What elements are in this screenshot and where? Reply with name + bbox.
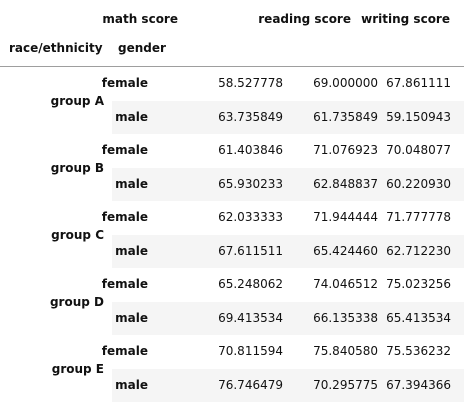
gender-label: male [115,176,148,191]
math-score-cell: 67.611511 [218,243,283,258]
gender-label: female [101,143,148,157]
writing-score-cell: 71.777778 [386,210,451,224]
row-cells: female 70.811594 75.840580 75.536232 [102,335,464,368]
column-header-math-score: math score [102,12,178,26]
row-cells: female 61.403846 71.076923 70.048077 [102,134,464,167]
gender-label: female [101,210,148,224]
math-score-cell: 70.811594 [218,344,283,358]
math-score-cell: 63.735849 [218,109,283,124]
row-cells: male 67.611511 65.424460 62.712230 [112,234,464,268]
index-name-race-ethnicity: race/ethnicity [9,41,103,55]
row-cells: female 65.248062 74.046512 75.023256 [102,268,464,301]
reading-score-cell: 75.840580 [313,344,378,358]
dataframe-table: math score reading score writing score r… [0,0,464,402]
writing-score-cell: 67.394366 [386,377,451,392]
row-cells: male 76.746479 70.295775 67.394366 [112,368,464,402]
reading-score-cell: 74.046512 [313,277,378,291]
group-label: group B [50,160,104,175]
group-label: group D [49,294,104,309]
column-header-writing-score: writing score [361,12,450,26]
math-score-cell: 69.413534 [218,310,283,325]
writing-score-cell: 67.861111 [386,76,451,90]
reading-score-cell: 71.944444 [313,210,378,224]
column-header-reading-score: reading score [258,12,351,26]
gender-label: male [115,109,148,124]
math-score-cell: 62.033333 [218,210,283,224]
reading-score-cell: 71.076923 [313,143,378,157]
gender-label: male [115,243,148,258]
math-score-cell: 65.248062 [218,277,283,291]
row-cells: female 62.033333 71.944444 71.777778 [102,201,464,234]
row-cells: male 69.413534 66.135338 65.413534 [112,301,464,335]
reading-score-cell: 62.848837 [313,176,378,191]
gender-label: female [101,76,148,90]
reading-score-cell: 70.295775 [313,377,378,392]
math-score-cell: 65.930233 [218,176,283,191]
row-cells: female 58.527778 69.000000 67.861111 [102,67,464,100]
writing-score-cell: 75.023256 [386,277,451,291]
math-score-cell: 61.403846 [218,143,283,157]
gender-label: female [101,344,148,358]
writing-score-cell: 70.048077 [386,143,451,157]
math-score-cell: 76.746479 [218,377,283,392]
writing-score-cell: 59.150943 [386,109,451,124]
row-cells: male 65.930233 62.848837 60.220930 [112,167,464,201]
index-name-gender: gender [118,41,166,55]
row-cells: male 63.735849 61.735849 59.150943 [112,100,464,134]
reading-score-cell: 66.135338 [313,310,378,325]
reading-score-cell: 61.735849 [313,109,378,124]
writing-score-cell: 65.413534 [386,310,451,325]
gender-label: male [115,310,148,325]
writing-score-cell: 75.536232 [386,344,451,358]
reading-score-cell: 65.424460 [313,243,378,258]
gender-label: male [115,377,148,392]
writing-score-cell: 60.220930 [386,176,451,191]
group-label: group C [51,227,104,242]
reading-score-cell: 69.000000 [313,76,378,90]
group-label: group A [50,93,104,108]
math-score-cell: 58.527778 [218,76,283,90]
group-label: group E [51,361,104,376]
gender-label: female [101,277,148,291]
writing-score-cell: 62.712230 [386,243,451,258]
